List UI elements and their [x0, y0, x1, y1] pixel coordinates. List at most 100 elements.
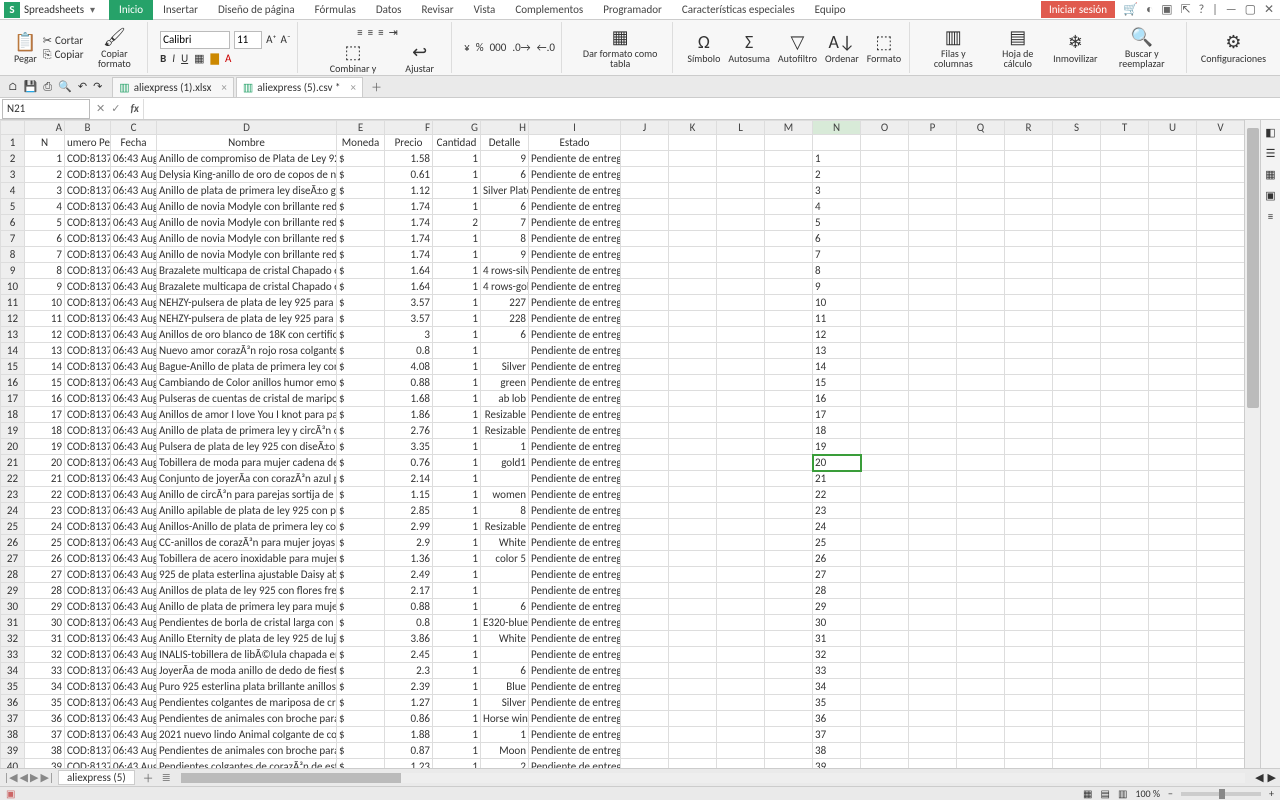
- cell[interactable]: [957, 535, 1005, 551]
- cell[interactable]: [1101, 663, 1149, 679]
- cell[interactable]: 6: [481, 663, 529, 679]
- cell[interactable]: COD:81371: [65, 167, 111, 183]
- cell[interactable]: [909, 727, 957, 743]
- cell[interactable]: [1101, 279, 1149, 295]
- row-header[interactable]: 26: [1, 535, 25, 551]
- cell[interactable]: [669, 439, 717, 455]
- currency-icon[interactable]: ¥: [464, 41, 470, 54]
- col-header-E[interactable]: E: [337, 121, 385, 135]
- cell[interactable]: 06:43 Aug.: [111, 311, 157, 327]
- cell[interactable]: [957, 663, 1005, 679]
- cell[interactable]: [1197, 423, 1245, 439]
- cell[interactable]: [1149, 311, 1197, 327]
- cell[interactable]: [1053, 439, 1101, 455]
- cell[interactable]: [1005, 359, 1053, 375]
- copy-button[interactable]: ⎘Copiar: [43, 48, 84, 62]
- cell[interactable]: [765, 631, 813, 647]
- qat-home-icon[interactable]: ⌂: [8, 80, 18, 93]
- cell[interactable]: [1101, 487, 1149, 503]
- cell[interactable]: Anillo Eternity de plata de ley 925 de l…: [157, 631, 337, 647]
- qat-save-icon[interactable]: 💾: [24, 80, 38, 93]
- cell[interactable]: 28: [25, 583, 65, 599]
- cell[interactable]: [1149, 375, 1197, 391]
- cell[interactable]: [1197, 215, 1245, 231]
- cell[interactable]: [1005, 631, 1053, 647]
- cell[interactable]: [813, 135, 861, 151]
- cell[interactable]: [1101, 183, 1149, 199]
- cell[interactable]: $: [337, 551, 385, 567]
- cell[interactable]: COD:81371: [65, 247, 111, 263]
- cell[interactable]: [957, 135, 1005, 151]
- qat-redo-icon[interactable]: ↷: [93, 80, 102, 93]
- menu-tab-complementos[interactable]: Complementos: [505, 0, 593, 20]
- cell[interactable]: [957, 391, 1005, 407]
- cell[interactable]: 9: [813, 279, 861, 295]
- cell[interactable]: [669, 631, 717, 647]
- row-header[interactable]: 38: [1, 727, 25, 743]
- format-table-button[interactable]: ▦Dar formato como tabla: [574, 24, 666, 71]
- cell[interactable]: $: [337, 215, 385, 231]
- cell[interactable]: Pendientes de animales con broche para n: [157, 743, 337, 759]
- cell[interactable]: [957, 695, 1005, 711]
- cell[interactable]: [1197, 327, 1245, 343]
- cell[interactable]: [765, 439, 813, 455]
- rows-cols-button[interactable]: ▥Filas y columnas: [922, 24, 984, 71]
- cell[interactable]: [669, 583, 717, 599]
- cell[interactable]: [717, 679, 765, 695]
- cell[interactable]: [717, 423, 765, 439]
- cell[interactable]: 1: [433, 743, 481, 759]
- cell[interactable]: 31: [813, 631, 861, 647]
- cell[interactable]: [717, 487, 765, 503]
- cell[interactable]: 1: [433, 695, 481, 711]
- cell[interactable]: [1149, 135, 1197, 151]
- row-header[interactable]: 34: [1, 663, 25, 679]
- row-header[interactable]: 9: [1, 263, 25, 279]
- cell[interactable]: [669, 551, 717, 567]
- cell[interactable]: [1149, 167, 1197, 183]
- cell[interactable]: [717, 743, 765, 759]
- cell[interactable]: [1197, 519, 1245, 535]
- cell[interactable]: [1053, 295, 1101, 311]
- cell[interactable]: [669, 295, 717, 311]
- cell[interactable]: [765, 679, 813, 695]
- cell[interactable]: E320-blue: [481, 615, 529, 631]
- cell[interactable]: 1.74: [385, 247, 433, 263]
- cell[interactable]: [861, 167, 909, 183]
- cell[interactable]: [861, 471, 909, 487]
- cell[interactable]: 9: [481, 247, 529, 263]
- cell[interactable]: $: [337, 695, 385, 711]
- row-header[interactable]: 29: [1, 583, 25, 599]
- cell[interactable]: [481, 647, 529, 663]
- cell[interactable]: 13: [25, 343, 65, 359]
- row-header[interactable]: 40: [1, 759, 25, 769]
- cell[interactable]: COD:81371: [65, 423, 111, 439]
- cell[interactable]: [1053, 535, 1101, 551]
- cell[interactable]: 1: [433, 727, 481, 743]
- cell[interactable]: [765, 151, 813, 167]
- cell[interactable]: COD:81371: [65, 599, 111, 615]
- inc-decimal-icon[interactable]: .0→: [512, 41, 530, 54]
- cell[interactable]: [1149, 279, 1197, 295]
- cell[interactable]: [621, 535, 669, 551]
- freeze-button[interactable]: ❄Inmovilizar: [1051, 29, 1099, 66]
- cell[interactable]: [1149, 439, 1197, 455]
- cell[interactable]: $: [337, 295, 385, 311]
- hscroll-right-icon[interactable]: ▶: [1268, 771, 1276, 784]
- cell[interactable]: [669, 759, 717, 769]
- cell[interactable]: [621, 647, 669, 663]
- cell[interactable]: [861, 279, 909, 295]
- cell[interactable]: [765, 247, 813, 263]
- cell[interactable]: [957, 503, 1005, 519]
- cell[interactable]: [1197, 199, 1245, 215]
- cell[interactable]: Pendiente de entrega: [529, 359, 621, 375]
- cell[interactable]: COD:81371: [65, 727, 111, 743]
- view-page-icon[interactable]: ▤: [1101, 787, 1110, 800]
- cell[interactable]: [957, 471, 1005, 487]
- cell[interactable]: [621, 407, 669, 423]
- cell[interactable]: [1053, 727, 1101, 743]
- cell[interactable]: [765, 375, 813, 391]
- cell[interactable]: $: [337, 455, 385, 471]
- cell[interactable]: 1.68: [385, 391, 433, 407]
- paste-button[interactable]: 📋Pegar: [12, 29, 39, 66]
- cell[interactable]: $: [337, 247, 385, 263]
